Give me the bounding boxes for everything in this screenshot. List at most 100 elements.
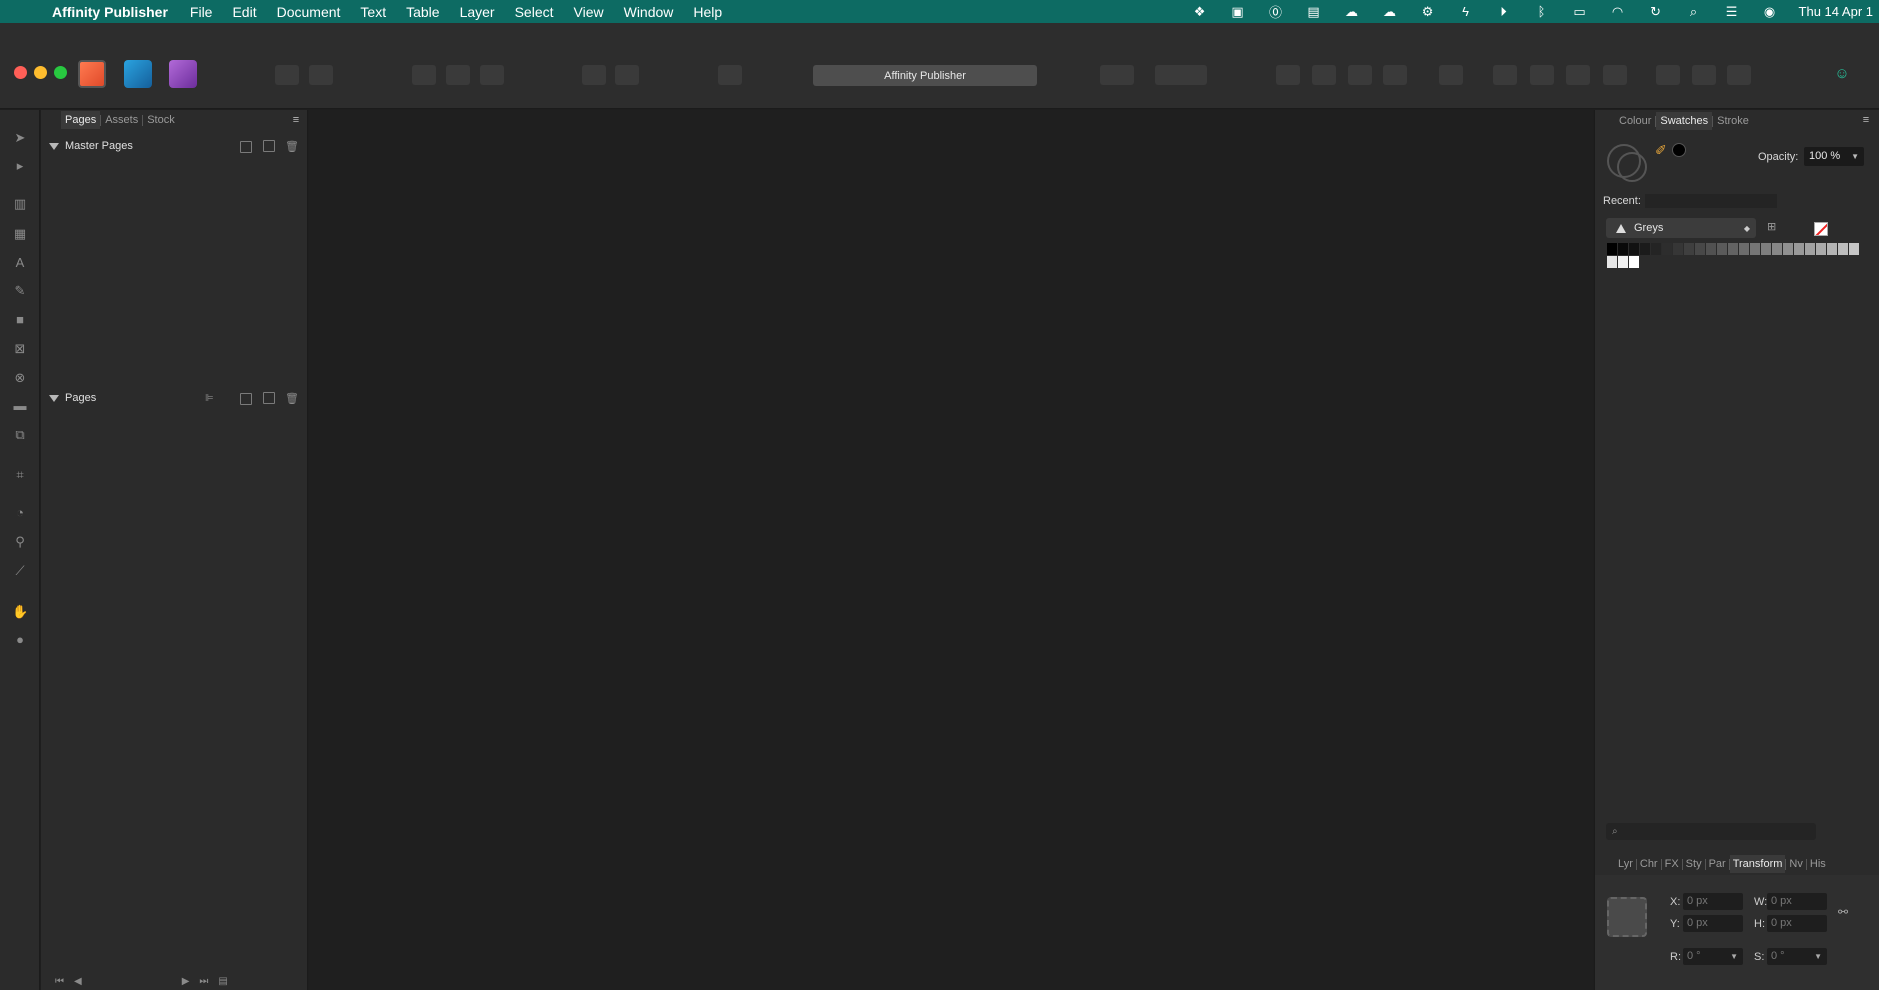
bluetooth-icon[interactable]: ᛒ	[1529, 0, 1555, 23]
toolbar-button[interactable]	[1603, 65, 1627, 85]
vector-crop-tool-icon[interactable]: ⧉	[12, 427, 28, 443]
page-layout-icon[interactable]: ⊫	[205, 393, 217, 405]
color-swatch[interactable]	[1684, 243, 1694, 255]
color-swatch[interactable]	[1695, 243, 1705, 255]
next-page-icon[interactable]: ▶	[182, 976, 190, 987]
y-field[interactable]: 0 px	[1683, 915, 1743, 932]
chevron-down-icon[interactable]: ▼	[1851, 147, 1859, 166]
color-swatch[interactable]	[1739, 243, 1749, 255]
tab-pages[interactable]: Pages	[61, 111, 101, 129]
color-swatch[interactable]	[1794, 243, 1804, 255]
color-swatch[interactable]	[1838, 243, 1848, 255]
h-field[interactable]: 0 px	[1767, 915, 1827, 932]
color-swatch[interactable]	[1607, 256, 1617, 268]
palette-select[interactable]: Greys ◆	[1606, 218, 1756, 238]
toolbar-button[interactable]	[1566, 65, 1590, 85]
toolbar-button[interactable]	[718, 65, 742, 85]
toolbar-button[interactable]	[446, 65, 470, 85]
picture-frame-tool-icon[interactable]: ⊠	[12, 341, 28, 357]
tab-swatches[interactable]: Swatches	[1656, 112, 1713, 130]
tab-paragraph[interactable]: Par	[1706, 855, 1729, 873]
tab-stock[interactable]: Stock	[143, 111, 179, 129]
document-canvas[interactable]	[309, 110, 1593, 990]
color-swatch[interactable]	[1783, 243, 1793, 255]
link-proportions-icon[interactable]: ⚯	[1838, 905, 1848, 919]
shear-field[interactable]: 0 ° ▼	[1767, 948, 1827, 965]
collapse-triangle-icon[interactable]	[49, 394, 59, 402]
hand-tool-icon[interactable]: ✋	[12, 604, 28, 620]
toolbar-button[interactable]	[1348, 65, 1372, 85]
gear-icon[interactable]: ⚙	[1415, 0, 1441, 23]
menu-table[interactable]: Table	[406, 4, 439, 20]
toolbar-button[interactable]	[275, 65, 299, 85]
toolbar-button[interactable]	[1312, 65, 1336, 85]
tab-effects[interactable]: FX	[1662, 855, 1682, 873]
toolbar-button[interactable]	[1100, 65, 1134, 85]
tab-transform[interactable]: Transform	[1729, 855, 1786, 873]
bolt-icon[interactable]: ϟ	[1453, 0, 1479, 23]
app-icon[interactable]: ▤	[1301, 0, 1327, 23]
color-swatch[interactable]	[1761, 243, 1771, 255]
toolbar-button[interactable]	[412, 65, 436, 85]
rotation-field[interactable]: 0 ° ▼	[1683, 948, 1743, 965]
transparency-tool-icon[interactable]: ⚲	[12, 534, 28, 550]
move-tool-icon[interactable]: ➤	[12, 130, 28, 146]
place-image-tool-icon[interactable]: ▬	[12, 398, 28, 414]
trash-icon[interactable]: 🗑	[285, 393, 299, 405]
color-swatch[interactable]	[1717, 243, 1727, 255]
toolbar-button[interactable]	[309, 65, 333, 85]
app-icon[interactable]: ▣	[1225, 0, 1251, 23]
toolbar-button[interactable]	[1530, 65, 1554, 85]
toolbar-button[interactable]	[1656, 65, 1680, 85]
menu-edit[interactable]: Edit	[232, 4, 256, 20]
color-swatch[interactable]	[1629, 243, 1639, 255]
color-swatch[interactable]	[1772, 243, 1782, 255]
menu-window[interactable]: Window	[624, 4, 674, 20]
color-swatch[interactable]	[1629, 256, 1639, 268]
tab-layers[interactable]: Lyr	[1615, 855, 1636, 873]
1password-icon[interactable]: ⓪	[1263, 0, 1289, 23]
add-swatch-grid-icon[interactable]: ⊞	[1767, 220, 1783, 234]
search-icon[interactable]: ⌕	[1681, 0, 1707, 23]
color-swatch[interactable]	[1640, 243, 1650, 255]
menu-select[interactable]: Select	[515, 4, 554, 20]
color-swatch[interactable]	[1827, 243, 1837, 255]
w-field[interactable]: 0 px	[1767, 893, 1827, 910]
color-swatch[interactable]	[1607, 243, 1617, 255]
menu-document[interactable]: Document	[277, 4, 341, 20]
ellipse-frame-tool-icon[interactable]: ⊗	[12, 370, 28, 386]
none-swatch-icon[interactable]	[1814, 222, 1828, 236]
add-page-icon[interactable]	[240, 393, 252, 405]
current-color-swatch[interactable]	[1672, 143, 1686, 157]
color-swatch[interactable]	[1618, 256, 1628, 268]
tab-character[interactable]: Chr	[1637, 855, 1661, 873]
color-swatch[interactable]	[1662, 243, 1672, 255]
zoom-tool-icon[interactable]: ●	[12, 632, 28, 648]
color-picker-tool-icon[interactable]: ⟋	[12, 563, 28, 579]
stroke-color-well[interactable]	[1617, 152, 1647, 182]
toolbar-button[interactable]	[582, 65, 606, 85]
tab-stroke[interactable]: Stroke	[1713, 112, 1753, 130]
menu-view[interactable]: View	[574, 4, 604, 20]
swatch-search-input[interactable]: ⌕	[1606, 823, 1816, 840]
tab-colour[interactable]: Colour	[1615, 112, 1655, 130]
color-swatch[interactable]	[1849, 243, 1859, 255]
duplicate-master-page-icon[interactable]	[263, 140, 275, 152]
menu-text[interactable]: Text	[360, 4, 386, 20]
frame-text-tool-icon[interactable]: ▥	[12, 196, 28, 212]
color-picker-icon[interactable]: ✐	[1655, 142, 1667, 159]
battery-icon[interactable]: ▭	[1567, 0, 1593, 23]
control-center-icon[interactable]: ☰	[1719, 0, 1745, 23]
tab-navigator[interactable]: Nv	[1786, 855, 1805, 873]
minimize-window-button[interactable]	[34, 66, 47, 79]
wifi-icon[interactable]: ◠	[1605, 0, 1631, 23]
panel-menu-icon[interactable]: ≡	[1859, 115, 1873, 126]
duplicate-page-icon[interactable]	[263, 392, 275, 404]
color-swatch[interactable]	[1728, 243, 1738, 255]
toolbar-button[interactable]	[480, 65, 504, 85]
toolbar-button[interactable]	[1383, 65, 1407, 85]
add-master-page-icon[interactable]	[240, 141, 252, 153]
color-swatch[interactable]	[1805, 243, 1815, 255]
artistic-text-tool-icon[interactable]: A	[12, 255, 28, 271]
menu-help[interactable]: Help	[693, 4, 722, 20]
